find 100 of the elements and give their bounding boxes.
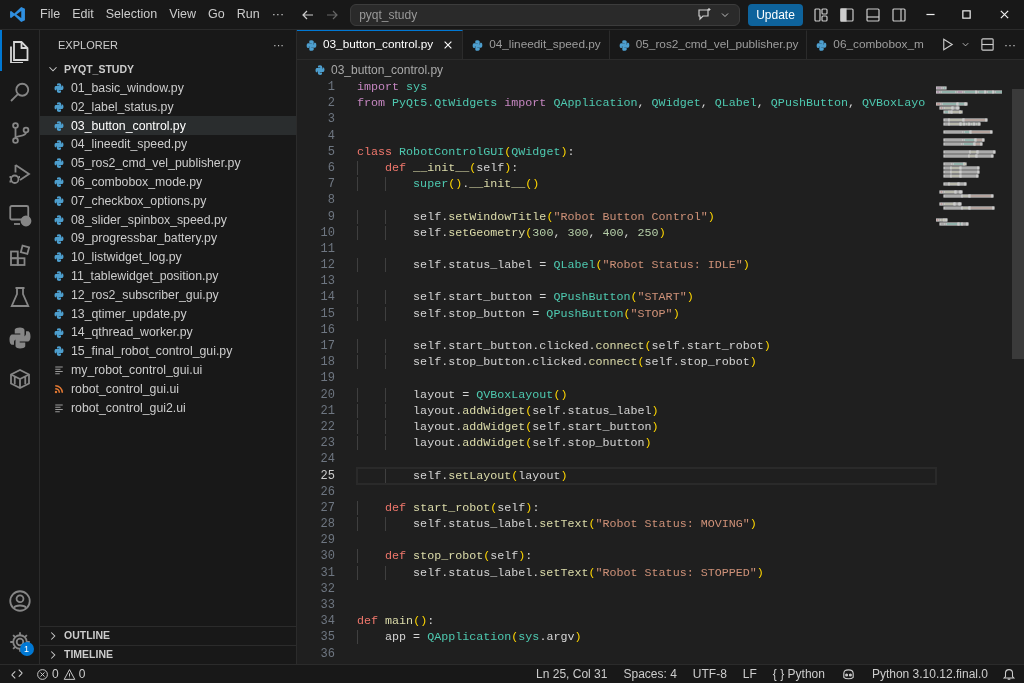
line-number: 2 [326,95,336,112]
line-number: 30 [319,548,336,565]
status-item[interactable]: UTF-8 [684,665,735,683]
editor-tab[interactable]: 06_combobox_m [807,30,932,59]
explorer-file-row[interactable]: robot_control_gui2.ui [40,398,296,418]
code-line: app = QApplication(sys.argv) [357,629,936,646]
scrollbar-thumb[interactable] [1012,89,1024,359]
breadcrumb[interactable]: 03_button_control.py [331,60,444,79]
line-number: 6 [326,159,336,177]
explorer-file-row[interactable]: 03_button_control.py [40,116,296,136]
line-number: 17 [319,338,336,355]
split-editor-icon[interactable] [980,37,995,52]
code-line: layout = QVBoxLayout() [357,386,936,403]
explorer-file-row[interactable]: my_robot_control_gui.ui [40,360,296,380]
folder-name[interactable]: PYQT_STUDY [64,61,134,78]
menu-item[interactable]: Edit [66,5,100,24]
menu-item[interactable]: Run [230,5,266,24]
bell-icon[interactable] [1002,667,1016,681]
explorer-file-row[interactable]: 10_listwidget_log.py [40,247,296,267]
menu-item[interactable]: View [163,5,202,24]
status-item[interactable]: Ln 25, Col 31 [528,665,616,683]
explorer-file-row[interactable]: 02_label_status.py [40,97,296,117]
python-file-icon [53,157,65,170]
python-file-icon [53,82,65,95]
code-line: self.status_label.setText("Robot Status: MOVING") [357,516,936,533]
menu-item[interactable]: Selection [99,5,164,24]
python-file-icon [53,194,65,207]
explorer-file-row[interactable]: 06_combobox_mode.py [40,172,296,192]
explorer-file-row[interactable]: 01_basic_window.py [40,78,296,98]
command-center[interactable]: pyqt_study [350,3,741,26]
line-number: 5 [326,143,336,160]
line-number: 26 [319,483,336,500]
python-file-icon [815,38,829,52]
notification-badge: 1 [19,642,34,656]
panel-toggle-icon[interactable] [865,6,881,23]
explorer-file-row[interactable]: 09_progressbar_battery.py [40,229,296,248]
account-icon[interactable] [7,588,32,613]
language-mode[interactable]: { } Python [764,665,833,683]
text-file-icon [53,364,65,377]
code-line: self.status_label.setText("Robot Status: STOPPED") [357,564,936,581]
code-line: self.stop_button.clicked.connect(self.stop_robot) [357,354,936,371]
more-actions[interactable]: ··· [273,36,284,54]
menu-item[interactable]: File [34,5,67,24]
more-menu[interactable]: ··· [265,5,291,24]
editor-tab[interactable]: 05_ros2_cmd_vel_publisher.py [609,30,808,59]
explorer-file-row[interactable]: 14_qthread_worker.py [40,323,296,342]
section-header[interactable]: OUTLINE [64,628,111,644]
warning-count[interactable]: 0 [78,665,86,683]
line-number: 28 [319,516,336,533]
python-file-icon [53,138,65,151]
line-number: 33 [319,597,336,614]
explorer-file-row[interactable]: 05_ros2_cmd_vel_publisher.py [40,154,296,173]
maximize-icon[interactable] [959,8,973,21]
python-file-icon [617,38,631,52]
explorer-file-row[interactable]: 11_tablewidget_position.py [40,266,296,286]
warning-icon[interactable] [62,667,76,681]
explorer-file-row[interactable]: 13_qtimer_update.py [40,304,296,324]
interpreter-item[interactable]: Python 3.10.12.final.0 [863,665,996,683]
line-number: 10 [319,224,336,241]
extensions-icon[interactable] [7,243,32,268]
monitor-icon[interactable] [7,202,32,227]
sidebar-toggle-icon[interactable] [839,6,855,23]
explorer-file-row[interactable]: 07_checkbox_options.py [40,191,296,211]
line-number: 24 [319,451,336,468]
code-line: self.status_label = QLabel("Robot Status: IDLE") [357,257,936,274]
code-line: from PyQt5.QtWidgets import QApplication, QWidget, QLabel, QPushButton, QVBoxLayo [357,95,927,112]
explorer-file-row[interactable]: 04_lineedit_speed.py [40,135,296,154]
copilot-icon[interactable] [840,666,856,682]
explorer-file-row[interactable]: 08_slider_spinbox_speed.py [40,210,296,230]
update-button[interactable]: Update [748,3,803,26]
code-line: class RobotControlGUI(QWidget): [357,143,576,160]
explorer-file-row[interactable]: 12_ros2_subscriber_gui.py [40,285,296,305]
rss-icon [53,382,65,395]
more-actions[interactable]: ··· [1004,35,1016,54]
run-icon[interactable] [940,37,955,52]
code-line: self.stop_button = QPushButton("STOP") [357,305,936,322]
explorer-file-row[interactable]: robot_control_gui.ui [40,379,296,399]
settings-icon[interactable] [7,629,32,654]
layout-icon[interactable] [813,6,829,23]
secondary-sidebar-icon[interactable] [891,6,907,23]
explorer-file-row[interactable]: 15_final_robot_control_gui.py [40,341,296,361]
python-file-icon [305,38,318,52]
python-file-icon [53,119,65,132]
text-file-icon [53,401,65,414]
editor-tab[interactable]: 03_button_control.py [297,30,464,59]
container-icon[interactable] [7,366,32,391]
remote-icon[interactable] [10,667,24,681]
menu-item[interactable]: Go [202,5,231,24]
python-icon[interactable] [7,325,32,350]
editor-tab[interactable]: 04_lineedit_speed.py [463,30,610,59]
status-item[interactable]: LF [734,665,765,683]
status-item[interactable]: Spaces: 4 [615,665,685,683]
error-icon[interactable] [36,667,49,681]
code-line: super().__init__() [357,176,936,193]
python-file-icon [53,176,65,189]
line-number: 34 [319,613,336,630]
code-line: def start_robot(self): [357,499,936,517]
error-count[interactable]: 0 [52,665,59,683]
chat-icon[interactable] [697,6,714,23]
section-header[interactable]: TIMELINE [64,647,113,663]
